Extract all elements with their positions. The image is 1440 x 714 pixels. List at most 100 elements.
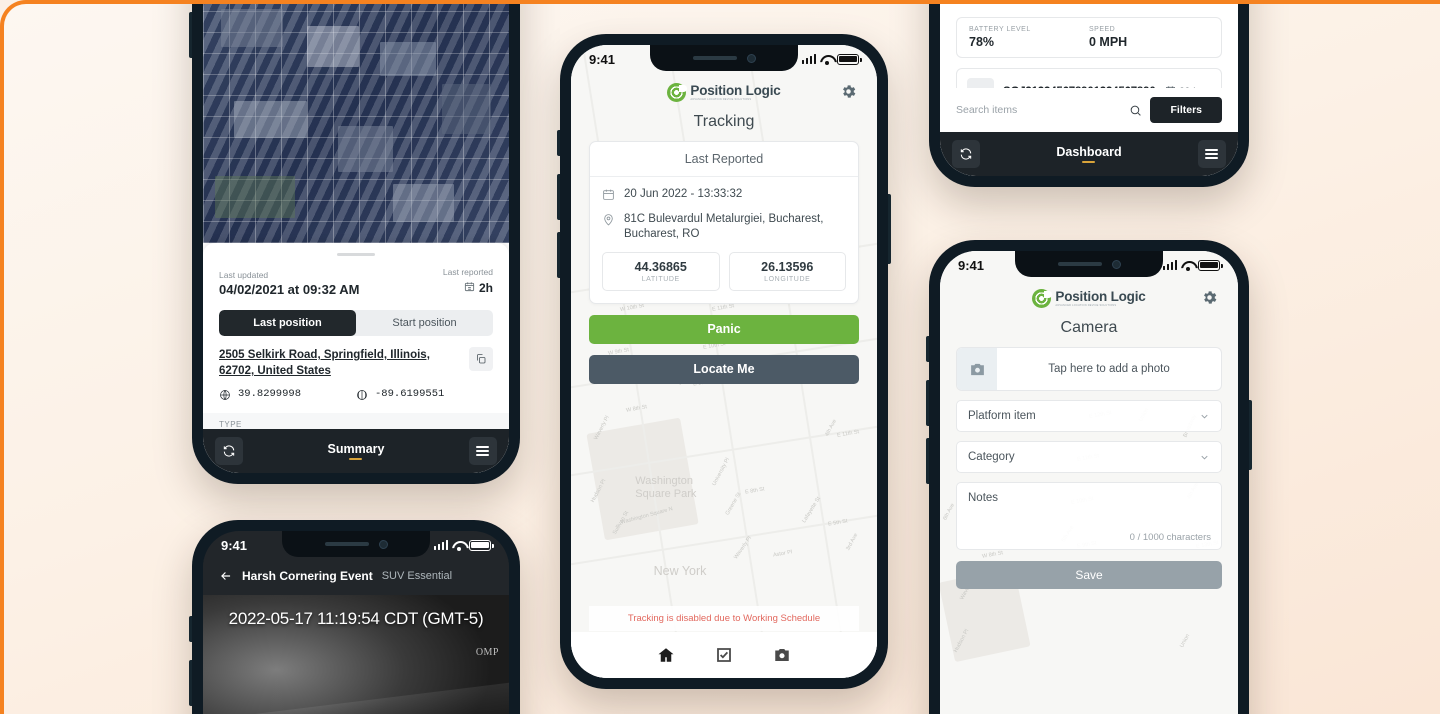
cellular-icon <box>1162 260 1177 270</box>
position-segmented-control[interactable]: Last position Start position <box>219 310 493 336</box>
home-icon[interactable] <box>657 646 675 664</box>
longitude-box: 26.13596 LONGITUDE <box>728 251 846 291</box>
locate-me-button[interactable]: Locate Me <box>589 354 859 384</box>
last-updated-label: Last updated <box>219 270 269 280</box>
card-header: Last Reported <box>590 142 858 177</box>
filters-button[interactable]: Filters <box>1150 97 1222 123</box>
chevron-down-icon[interactable] <box>1199 411 1210 422</box>
camera-screen: W 9th St W 8th St 5th Ave E 9th St E 10t… <box>940 251 1238 714</box>
reported-datetime: 20 Jun 2022 - 13:33:32 <box>624 188 743 200</box>
cellular-icon <box>433 540 448 550</box>
app-header: Position Logic ADVANCED LOCATION DEVICE … <box>571 73 877 106</box>
app-header: Position Logic ADVANCED LOCATION DEVICE … <box>940 279 1238 312</box>
tracking-screen: W 10th St W 9th St W 8th St Waverly Pl H… <box>571 45 877 678</box>
refresh-icon[interactable] <box>952 140 980 168</box>
segment-start-position[interactable]: Start position <box>356 310 493 336</box>
canvas-background: Last updated 04/02/2021 at 09:32 AM Last… <box>0 0 1440 714</box>
summary-address[interactable]: 2505 Selkirk Road, Springfield, Illinois… <box>219 347 461 379</box>
kpi-row: BATTERY LEVEL 78% SPEED 0 MPH <box>956 17 1222 58</box>
page-title: Tracking <box>693 113 755 130</box>
tracking-warning: Tracking is disabled due to Working Sche… <box>589 606 859 631</box>
camera-icon <box>957 348 997 390</box>
summary-longitude: -89.6199551 <box>375 388 445 401</box>
phone-power-button[interactable] <box>888 194 891 264</box>
sheet-grabber[interactable] <box>337 253 375 256</box>
notes-input[interactable]: Notes 0 / 1000 characters <box>956 482 1222 550</box>
phone-volume-up[interactable] <box>557 174 560 220</box>
save-button[interactable]: Save <box>956 561 1222 589</box>
wifi-icon <box>1181 260 1194 271</box>
map-pin-icon <box>602 213 615 226</box>
search-input[interactable]: Search items <box>956 104 1142 117</box>
phone-notch <box>1015 251 1163 277</box>
chevron-down-icon[interactable] <box>1199 452 1210 463</box>
phone-volume-down[interactable] <box>926 438 929 484</box>
segment-last-position[interactable]: Last position <box>219 310 356 336</box>
brand-logo: Position Logic ADVANCED LOCATION DEVICE … <box>667 82 781 102</box>
arrow-left-icon[interactable] <box>219 569 233 583</box>
event-title: Harsh Cornering Event <box>242 569 373 583</box>
phone-mute-switch[interactable] <box>557 130 560 156</box>
phone-summary: Last updated 04/02/2021 at 09:32 AM Last… <box>189 4 520 484</box>
phone-camera: W 9th St W 8th St 5th Ave E 9th St E 10t… <box>926 240 1252 714</box>
gear-icon[interactable] <box>840 83 857 100</box>
category-select[interactable]: Category <box>956 441 1222 473</box>
phone-notch <box>650 45 798 71</box>
latitude-label: LATITUDE <box>641 275 680 283</box>
latitude-box: 44.36865 LATITUDE <box>602 251 720 291</box>
phone-dashboard: BATTERY LEVEL 78% SPEED 0 MPH SGJ3123456… <box>929 4 1249 187</box>
position-logic-mark-icon <box>667 83 688 102</box>
phone-mute-switch[interactable] <box>189 616 192 642</box>
phone-volume-up[interactable] <box>926 380 929 426</box>
last-reported-card: Last Reported 20 Jun 2022 - 13:33:32 81C… <box>589 141 859 304</box>
phone-volume-down[interactable] <box>189 12 192 58</box>
copy-icon[interactable] <box>469 347 493 371</box>
gear-icon[interactable] <box>1201 289 1218 306</box>
satellite-map[interactable] <box>203 4 509 243</box>
brand-logo: Position Logic ADVANCED LOCATION DEVICE … <box>1032 288 1146 308</box>
refresh-icon[interactable] <box>215 437 243 465</box>
hamburger-icon[interactable] <box>468 437 497 465</box>
summary-screen: Last updated 04/02/2021 at 09:32 AM Last… <box>203 4 509 473</box>
phone-tracking: W 10th St W 9th St W 8th St Waverly Pl H… <box>557 34 891 689</box>
summary-bottom-title: Summary <box>328 442 384 460</box>
brand-tagline: ADVANCED LOCATION DEVICE SOLUTIONS <box>1055 303 1117 307</box>
add-photo-hint: Tap here to add a photo <box>1048 363 1170 375</box>
platform-item-select[interactable]: Platform item <box>956 400 1222 432</box>
phone-mute-switch[interactable] <box>926 336 929 362</box>
phone-volume-down[interactable] <box>557 232 560 278</box>
brand-name: Position Logic <box>690 82 781 98</box>
brand-name: Position Logic <box>1055 288 1146 304</box>
search-icon[interactable] <box>1129 104 1142 117</box>
video-timestamp: 2022-05-17 11:19:54 CDT (GMT-5) <box>228 609 484 628</box>
wifi-icon <box>452 540 465 551</box>
event-screen: 9:41 Harsh Cornering Event SUV Essential… <box>203 531 509 714</box>
event-subtitle: SUV Essential <box>381 570 453 582</box>
last-reported-label: Last reported <box>442 267 493 277</box>
add-photo-card[interactable]: Tap here to add a photo <box>956 347 1222 391</box>
longitude-icon <box>356 388 368 401</box>
status-time: 9:41 <box>589 51 616 67</box>
notes-placeholder: Notes <box>968 492 999 504</box>
last-updated-value: 04/02/2021 at 09:32 AM <box>219 282 360 297</box>
latitude-value: 44.36865 <box>634 259 687 274</box>
hamburger-icon[interactable] <box>1197 140 1226 168</box>
longitude-label: LONGITUDE <box>764 275 811 283</box>
battery-icon <box>469 539 494 551</box>
phone-volume-up[interactable] <box>189 660 192 706</box>
event-video[interactable]: 2022-05-17 11:19:54 CDT (GMT-5) OMP <box>203 595 509 714</box>
phone-power-button[interactable] <box>1249 400 1252 470</box>
kpi-battery-level: BATTERY LEVEL 78% <box>969 26 1031 49</box>
battery-icon <box>1198 259 1223 271</box>
latitude-icon <box>219 388 231 401</box>
search-placeholder: Search items <box>956 104 1018 116</box>
search-bar: Search items Filters <box>940 88 1238 132</box>
wifi-icon <box>820 54 833 65</box>
category-label: Category <box>968 451 1015 463</box>
kpi-speed: SPEED 0 MPH <box>1089 26 1128 49</box>
notes-counter: 0 / 1000 characters <box>1129 532 1211 543</box>
panic-button[interactable]: Panic <box>589 314 859 344</box>
checklist-icon[interactable] <box>715 646 733 664</box>
camera-icon[interactable] <box>773 646 791 664</box>
video-watermark: OMP <box>475 647 499 658</box>
